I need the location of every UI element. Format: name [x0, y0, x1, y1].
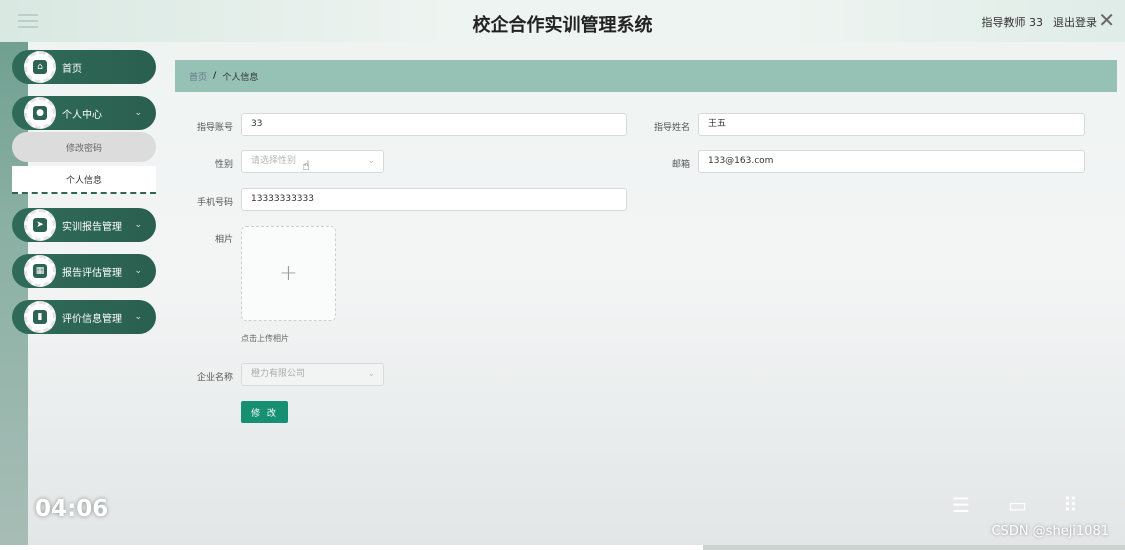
phone-field[interactable]: 13333333333	[241, 188, 627, 211]
upload-tip: 点击上传相片	[241, 334, 289, 343]
company-label: 企业名称	[196, 373, 233, 383]
breadcrumb-current: 个人信息	[222, 72, 259, 83]
logout-link[interactable]: 退出登录	[1053, 14, 1097, 30]
name-field[interactable]: 王五	[698, 113, 1085, 136]
gender-placeholder: 请选择性别	[251, 156, 297, 166]
close-icon[interactable]: ✕	[1098, 8, 1115, 32]
sidebar: ⌂ 首页 ● 个人中心 ⌄ 修改密码 个人信息 ➤ 实训报告管理 ⌄ ▦ 报告评…	[12, 50, 156, 346]
name-label: 指导姓名	[653, 123, 690, 133]
sidebar-item-home[interactable]: ⌂ 首页	[12, 50, 156, 84]
video-progress-fill	[0, 545, 704, 550]
email-field[interactable]: 133@163.com	[698, 150, 1085, 173]
sidebar-item-personal-center[interactable]: ● 个人中心 ⌄	[12, 96, 156, 130]
breadcrumb-home[interactable]: 首页	[189, 70, 207, 83]
app-header: 校企合作实训管理系统 指导教师 33 退出登录 ✕	[0, 0, 1125, 42]
photo-label: 相片	[214, 235, 233, 245]
playlist-icon[interactable]: ☰	[952, 493, 970, 517]
email-label: 邮箱	[671, 160, 690, 170]
sidebar-item-label: 实训报告管理	[62, 221, 122, 233]
sidebar-item-label: 报告评估管理	[62, 267, 122, 279]
account-field[interactable]: 33	[241, 113, 627, 136]
account-label: 指导账号	[196, 123, 233, 133]
plus-icon: +	[279, 261, 298, 286]
chart-icon: ▮	[33, 310, 47, 324]
home-icon: ⌂	[33, 60, 47, 74]
chevron-down-icon: ⌄	[367, 156, 375, 166]
company-select[interactable]: 橙力有限公司 ⌄	[241, 363, 384, 386]
breadcrumb: 首页 / 个人信息	[175, 60, 1117, 92]
chevron-down-icon: ⌄	[134, 108, 142, 118]
pointer-cursor-icon: ☝	[302, 159, 310, 174]
sidebar-item-report-evaluation[interactable]: ▦ 报告评估管理 ⌄	[12, 254, 156, 288]
sidebar-item-report-management[interactable]: ➤ 实训报告管理 ⌄	[12, 208, 156, 242]
photo-upload[interactable]: +	[241, 226, 336, 321]
chevron-down-icon: ⌄	[134, 266, 142, 276]
app-title: 校企合作实训管理系统	[472, 15, 653, 36]
edit-button[interactable]: 修 改	[241, 401, 288, 423]
chevron-down-icon: ⌄	[134, 220, 142, 230]
company-value: 橙力有限公司	[251, 369, 306, 379]
chevron-down-icon: ⌄	[367, 369, 375, 379]
gender-label: 性别	[214, 160, 233, 170]
send-icon: ➤	[33, 218, 47, 232]
chevron-down-icon: ⌄	[134, 312, 142, 322]
user-icon: ●	[33, 106, 47, 120]
more-grid-icon[interactable]: ⠿	[1063, 493, 1078, 517]
comment-icon[interactable]: ▭	[1008, 493, 1027, 517]
sidebar-item-label: 首页	[62, 63, 82, 75]
video-time: 04:06	[35, 496, 109, 522]
sidebar-item-label: 评价信息管理	[62, 313, 122, 325]
gender-select[interactable]: 请选择性别 ⌄	[241, 150, 384, 173]
sidebar-item-label: 个人中心	[62, 109, 102, 121]
sidebar-item-evaluation-info[interactable]: ▮ 评价信息管理 ⌄	[12, 300, 156, 334]
watermark: CSDN @sheji1081	[991, 524, 1109, 539]
sidebar-subitem-change-password[interactable]: 修改密码	[12, 132, 156, 162]
sidebar-subitem-personal-info[interactable]: 个人信息	[12, 166, 156, 194]
breadcrumb-separator: /	[213, 71, 217, 81]
phone-label: 手机号码	[196, 198, 233, 208]
grid-icon: ▦	[33, 264, 47, 278]
user-label: 指导教师 33	[981, 16, 1044, 29]
